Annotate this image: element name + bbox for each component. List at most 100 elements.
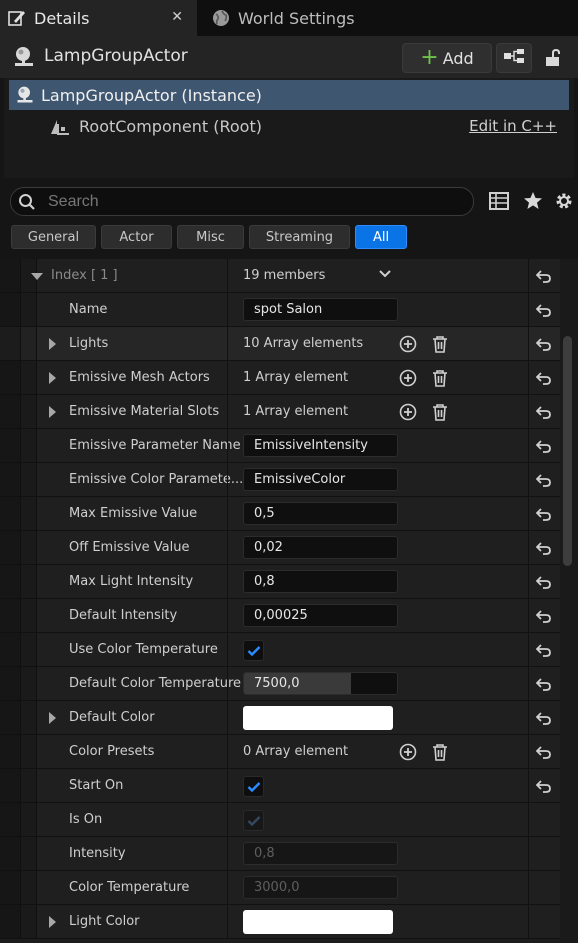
reset-to-default-icon[interactable] [536,608,552,624]
reset-to-default-icon[interactable] [536,778,552,794]
component-tree: LampGroupActor (Instance) RootComponent … [4,78,574,178]
use-color-temperature-checkbox[interactable] [243,640,264,661]
expand-arrow-icon[interactable] [49,338,56,350]
reset-to-default-icon[interactable] [536,710,552,726]
property-grid: Index [ 1 ] 19 members Name spot Salon L… [0,259,560,943]
max-light-intensity-field[interactable]: 0,8 [243,570,398,593]
is-on-checkbox [243,810,264,831]
property-label: Intensity [69,846,126,861]
off-emissive-value-field[interactable]: 0,02 [243,536,398,559]
property-row-emissive-material-slots: Emissive Material Slots 1 Array element [0,395,560,429]
property-row-default-color-temperature: Default Color Temperature 7500,0 [0,667,560,701]
property-row-name: Name spot Salon [0,293,560,327]
trash-icon[interactable] [431,743,449,761]
expand-arrow-icon[interactable] [49,372,56,384]
reset-to-default-icon[interactable] [536,336,552,352]
property-row-lights: Lights 10 Array elements [0,327,560,361]
add-element-icon[interactable] [399,335,417,353]
default-intensity-field[interactable]: 0,00025 [243,604,398,627]
table-view-icon[interactable] [488,190,510,212]
property-row-is-on: Is On [0,803,560,837]
expand-arrow-icon[interactable] [49,712,56,724]
property-row-max-light-intensity: Max Light Intensity 0,8 [0,565,560,599]
scene-component-icon [49,116,71,136]
property-label: Default Color Temperature [69,676,242,691]
emissive-parameter-name-field[interactable]: EmissiveIntensity [243,434,398,457]
property-label: Default Intensity [69,608,178,623]
favorite-star-icon[interactable] [522,190,544,212]
name-text-field[interactable]: spot Salon [243,298,398,321]
trash-icon[interactable] [431,403,449,421]
property-row-start-on: Start On [0,769,560,803]
color-presets-array-count: 0 Array element [243,744,349,759]
reset-to-default-icon[interactable] [536,676,552,692]
add-element-icon[interactable] [399,743,417,761]
checkmark-icon [247,781,260,792]
edit-in-cpp-link[interactable]: Edit in C++ [469,117,557,135]
reset-to-default-icon[interactable] [536,472,552,488]
search-box[interactable] [10,187,474,216]
search-input[interactable] [46,191,450,212]
expand-arrow-icon[interactable] [49,916,56,928]
reset-to-default-icon[interactable] [536,268,552,284]
emissive-material-array-count: 1 Array element [243,404,349,419]
hierarchy-icon [503,48,525,68]
component-instance-row[interactable]: LampGroupActor (Instance) [9,80,569,110]
filter-all-button[interactable]: All [355,225,407,249]
property-row-emissive-mesh-actors: Emissive Mesh Actors 1 Array element [0,361,560,395]
start-on-checkbox[interactable] [243,776,264,797]
reset-to-default-icon[interactable] [536,744,552,760]
chevron-down-icon[interactable] [378,267,392,285]
add-button-label: Add [442,48,474,68]
lights-array-count: 10 Array elements [243,336,364,351]
reset-to-default-icon[interactable] [536,302,552,318]
unlock-icon[interactable] [543,48,563,72]
emissive-color-parameter-field[interactable]: EmissiveColor [243,468,398,491]
property-label: Is On [69,812,103,827]
max-emissive-value-field[interactable]: 0,5 [243,502,398,525]
actor-sphere-icon [12,45,36,73]
property-label: Use Color Temperature [69,642,218,657]
reset-to-default-icon[interactable] [536,574,552,590]
filter-streaming-button[interactable]: Streaming [249,225,350,249]
component-root-row[interactable]: RootComponent (Root) Edit in C++ [9,111,569,141]
property-row-emissive-color-parameter: Emissive Color Paramete... EmissiveColor [0,463,560,497]
reset-to-default-icon[interactable] [536,506,552,522]
property-label: Name [69,302,108,317]
intensity-field: 0,8 [243,842,398,865]
reset-to-default-icon[interactable] [536,642,552,658]
trash-icon[interactable] [431,369,449,387]
add-component-button[interactable]: + Add [402,43,492,73]
blueprint-hierarchy-button[interactable] [496,43,532,73]
property-label: Emissive Parameter Name [69,438,241,453]
reset-to-default-icon[interactable] [536,404,552,420]
add-element-icon[interactable] [399,403,417,421]
filter-general-button[interactable]: General [11,225,96,249]
property-label: Start On [69,778,124,793]
tab-details[interactable]: Details ✕ [0,0,197,36]
filter-actor-button[interactable]: Actor [101,225,172,249]
checkmark-icon [247,645,260,656]
add-element-icon[interactable] [399,369,417,387]
expand-arrow-icon[interactable] [49,406,56,418]
default-color-temperature-slider[interactable]: 7500,0 [243,672,398,695]
light-color-swatch[interactable] [243,910,393,934]
settings-gear-icon[interactable] [553,190,575,212]
property-label: Max Emissive Value [69,506,198,521]
property-label: Lights [69,336,109,351]
property-row-default-color: Default Color [0,701,560,735]
tab-world-settings[interactable]: World Settings [204,0,404,36]
globe-icon [210,7,232,29]
reset-to-default-icon[interactable] [536,438,552,454]
default-color-swatch[interactable] [243,706,393,730]
property-label: Default Color [69,710,155,725]
trash-icon[interactable] [431,335,449,353]
index-row[interactable]: Index [ 1 ] 19 members [0,259,560,293]
close-icon[interactable]: ✕ [171,9,183,25]
reset-to-default-icon[interactable] [536,370,552,386]
collapse-arrow-icon[interactable] [31,273,43,280]
reset-to-default-icon[interactable] [536,540,552,556]
scrollbar-thumb[interactable] [563,336,572,566]
index-label: Index [ 1 ] [51,268,118,283]
filter-misc-button[interactable]: Misc [177,225,244,249]
